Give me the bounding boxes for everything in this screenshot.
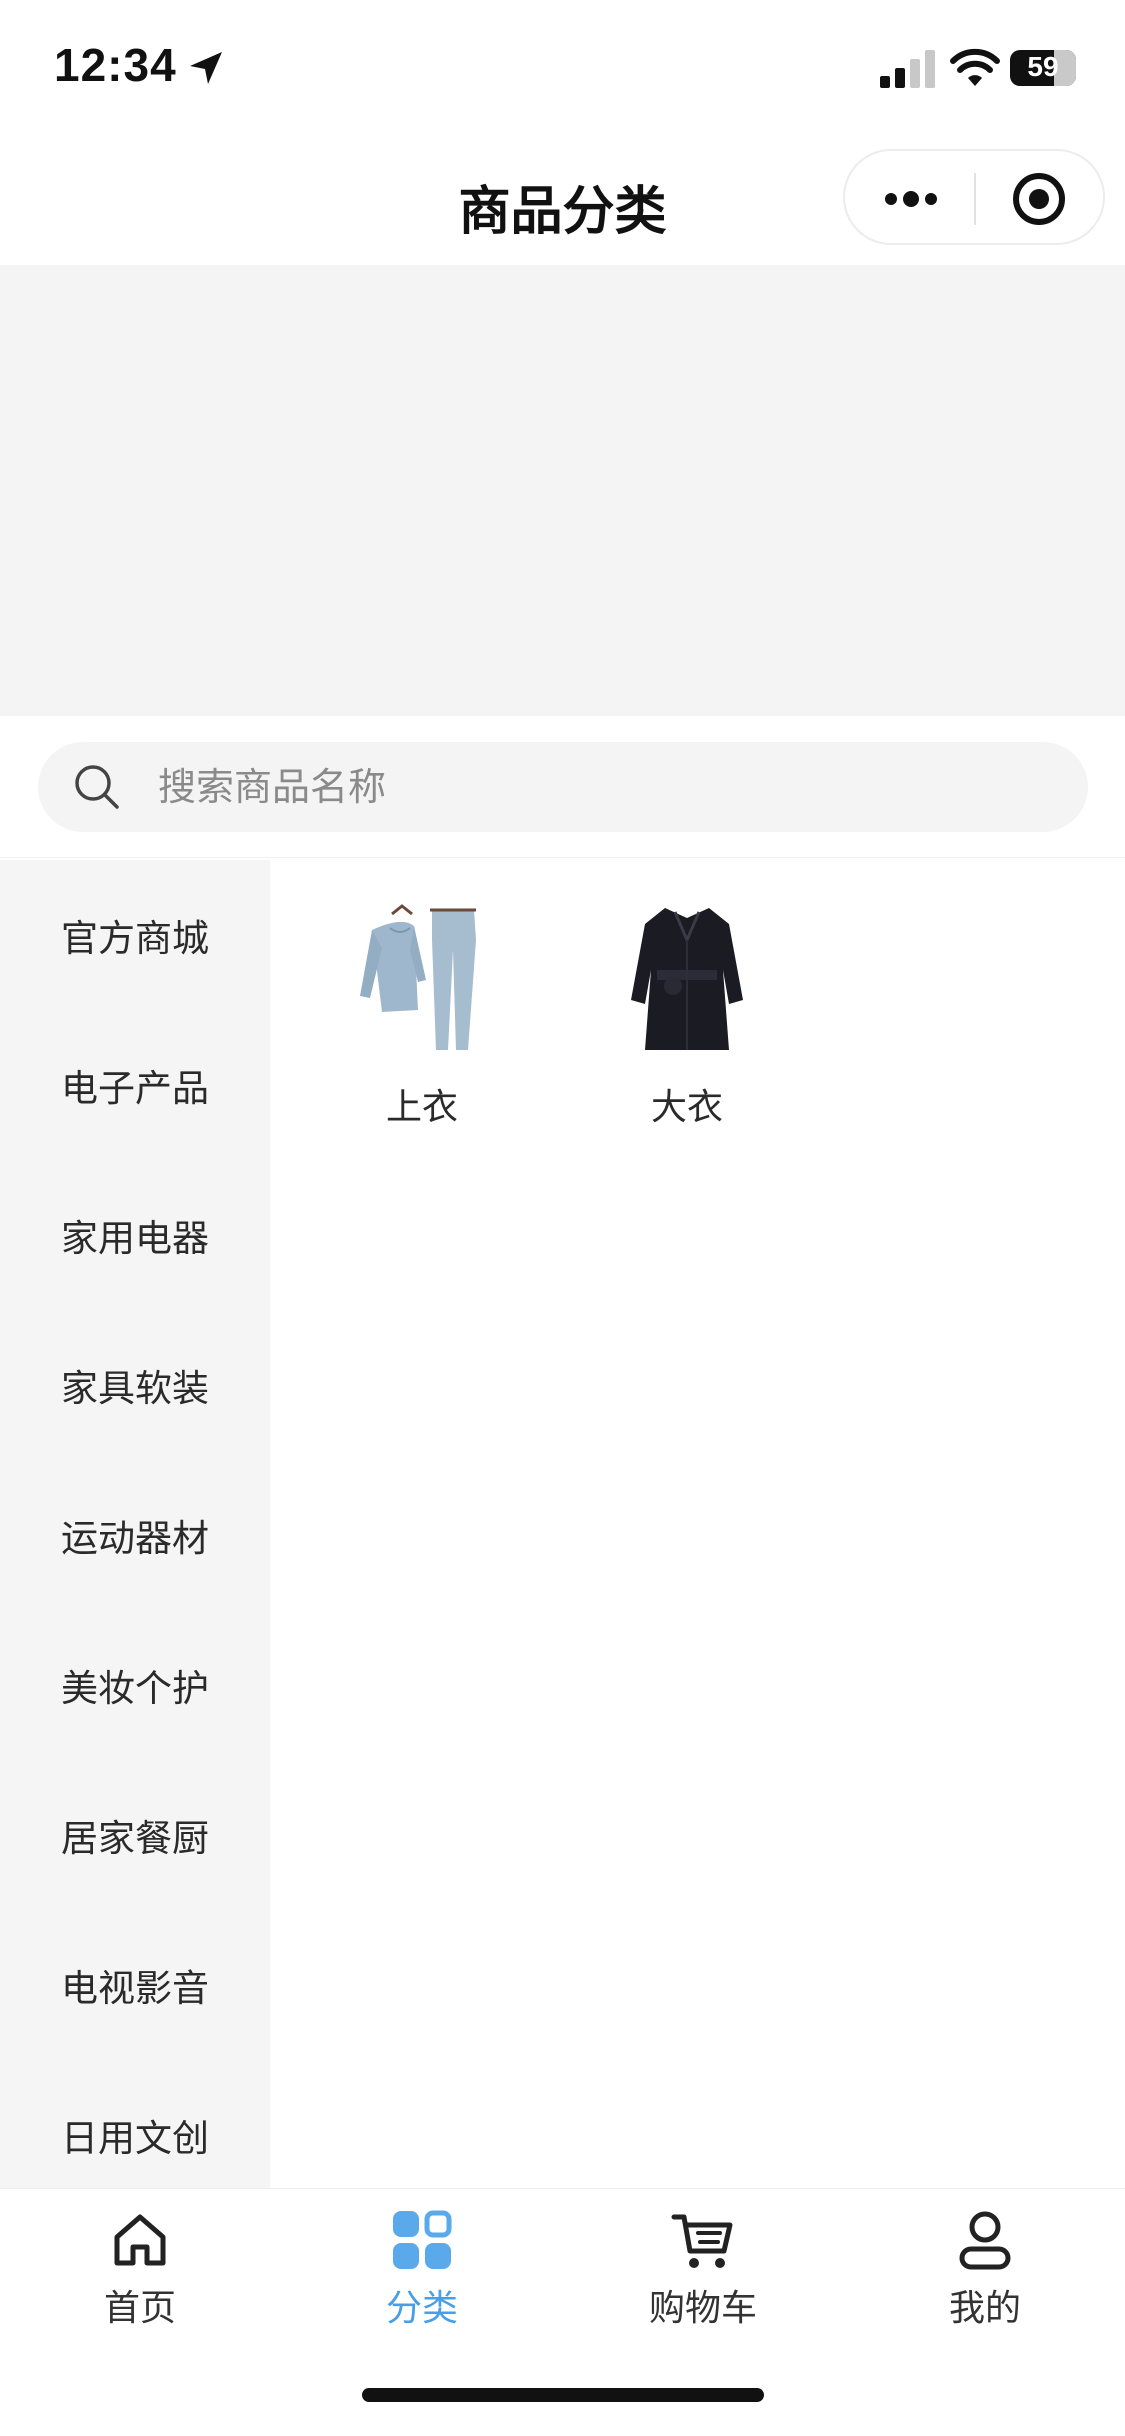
sidebar-item-beauty[interactable]: 美妆个护 [0, 1610, 270, 1760]
product-label: 上衣 [385, 1087, 458, 1128]
status-bar: 12:34 59 [0, 0, 1125, 135]
tab-label: 我的 [948, 2288, 1021, 2329]
more-icon[interactable] [881, 181, 941, 217]
search-input[interactable] [158, 742, 1038, 832]
home-indicator [362, 2388, 764, 2402]
product-item[interactable]: 大衣 [587, 900, 787, 1130]
tab-category[interactable]: 分类 [322, 2207, 522, 2331]
search-bar[interactable] [38, 742, 1088, 832]
pajama-set-image [360, 904, 476, 1050]
category-sidebar: 官方商城 电子产品 家用电器 家具软装 运动器材 美妆个护 居家餐厨 电视影音 … [0, 860, 270, 2188]
product-label: 大衣 [650, 1087, 723, 1128]
tab-label: 购物车 [648, 2288, 757, 2329]
tab-cart[interactable]: 购物车 [603, 2207, 803, 2331]
tab-label: 分类 [385, 2288, 458, 2329]
user-icon [959, 2211, 1011, 2270]
category-grid-icon [393, 2210, 452, 2269]
sidebar-item-electronics[interactable]: 电子产品 [0, 1010, 270, 1160]
sidebar-item-tv-audio[interactable]: 电视影音 [0, 1910, 270, 2060]
search-section [0, 716, 1125, 858]
capsule-divider [974, 173, 976, 225]
sidebar-item-sports[interactable]: 运动器材 [0, 1460, 270, 1610]
status-time: 12:34 [54, 39, 177, 91]
navigation-bar: 商品分类 [0, 135, 1125, 265]
target-icon[interactable] [1011, 171, 1067, 227]
mini-program-capsule [843, 149, 1105, 245]
sidebar-item-official-store[interactable]: 官方商城 [0, 860, 270, 1010]
tab-label: 首页 [103, 2288, 176, 2329]
home-icon [114, 2214, 166, 2266]
banner-area [0, 265, 1125, 716]
sidebar-item-kitchen[interactable]: 居家餐厨 [0, 1760, 270, 1910]
search-icon [75, 765, 119, 809]
sidebar-item-stationery[interactable]: 日用文创 [0, 2060, 270, 2188]
wifi-icon [950, 48, 1000, 86]
black-coat-image [631, 908, 743, 1050]
location-arrow-icon [190, 52, 222, 84]
sidebar-item-home-appliances[interactable]: 家用电器 [0, 1160, 270, 1310]
tab-profile[interactable]: 我的 [885, 2207, 1085, 2331]
battery-level: 59 [1027, 51, 1059, 82]
product-grid: 上衣 大衣 [270, 860, 1125, 2188]
sidebar-item-furniture[interactable]: 家具软装 [0, 1310, 270, 1460]
product-item[interactable]: 上衣 [322, 900, 522, 1130]
tab-home[interactable]: 首页 [40, 2207, 240, 2331]
cart-icon [671, 2214, 733, 2268]
signal-icon [880, 50, 935, 88]
battery-icon: 59 [1010, 50, 1076, 86]
